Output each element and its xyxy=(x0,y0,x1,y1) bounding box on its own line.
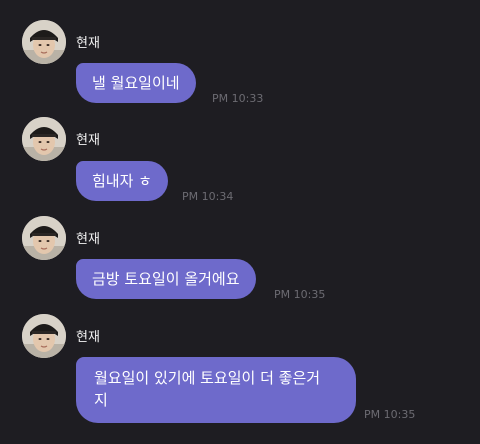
message-bubble[interactable]: 월요일이 있기에 토요일이 더 좋은거 지 xyxy=(76,357,356,423)
chat-message-list: 현재 낼 월요일이네 PM 10:33 현재 힘내자 ㅎ PM 10:34 현재… xyxy=(0,0,480,444)
message-bubble[interactable]: 힘내자 ㅎ xyxy=(76,161,168,201)
sender-name: 현재 xyxy=(76,36,100,51)
sender-avatar[interactable] xyxy=(22,314,66,358)
avatar-photo-icon xyxy=(22,314,66,358)
message-bubble[interactable]: 금방 토요일이 올거에요 xyxy=(76,259,256,299)
avatar-photo-icon xyxy=(22,216,66,260)
sender-avatar[interactable] xyxy=(22,117,66,161)
avatar-photo-icon xyxy=(22,20,66,64)
sender-name: 현재 xyxy=(76,232,100,247)
message-timestamp: PM 10:34 xyxy=(182,190,234,203)
message-bubble[interactable]: 낼 월요일이네 xyxy=(76,63,196,103)
sender-name: 현재 xyxy=(76,330,100,345)
sender-avatar[interactable] xyxy=(22,216,66,260)
message-timestamp: PM 10:35 xyxy=(364,408,416,421)
sender-name: 현재 xyxy=(76,133,100,148)
message-timestamp: PM 10:33 xyxy=(212,92,264,105)
avatar-photo-icon xyxy=(22,117,66,161)
sender-avatar[interactable] xyxy=(22,20,66,64)
message-timestamp: PM 10:35 xyxy=(274,288,326,301)
